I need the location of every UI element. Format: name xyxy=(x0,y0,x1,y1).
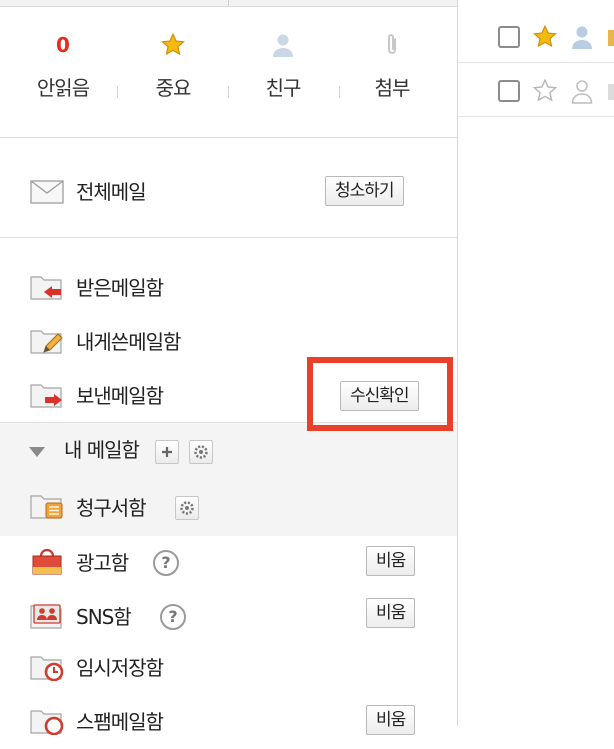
star-outline-icon[interactable] xyxy=(532,78,558,104)
help-icon[interactable]: ? xyxy=(153,550,179,576)
sidebar-item-bills[interactable]: 청구서함 xyxy=(0,480,457,536)
my-mailbox-label[interactable]: 내 메일함 xyxy=(64,434,140,463)
message-list xyxy=(458,0,614,726)
gear-icon xyxy=(180,501,194,515)
person-icon[interactable] xyxy=(570,24,594,50)
folder-tag-icon xyxy=(608,84,614,100)
folder-label: 스팸메일함 xyxy=(76,710,164,734)
help-icon[interactable]: ? xyxy=(160,604,186,630)
all-mail-label: 전체메일 xyxy=(76,180,147,204)
message-row[interactable] xyxy=(458,8,614,63)
sent-folder-icon xyxy=(30,384,62,408)
stat-label: 첨부 xyxy=(374,76,411,100)
clean-up-button[interactable]: 청소하기 xyxy=(325,176,404,206)
stat-unread[interactable]: 0 안읽음 xyxy=(8,30,118,101)
stat-label: 중요 xyxy=(155,76,192,100)
empty-spam-button[interactable]: 비움 xyxy=(366,705,416,735)
folder-label: 청구서함 xyxy=(76,496,147,520)
message-checkbox[interactable] xyxy=(498,80,520,102)
stat-important[interactable]: 중요 xyxy=(118,30,228,101)
stat-label: 안읽음 xyxy=(36,76,90,100)
folder-label: 광고함 xyxy=(76,551,129,575)
add-folder-button[interactable] xyxy=(155,440,179,464)
sidebar-item-sns[interactable]: SNS함 ? 비움 xyxy=(0,590,457,644)
envelope-icon xyxy=(30,180,64,204)
folder-label: 받은메일함 xyxy=(76,276,164,300)
sidebar-item-drafts[interactable]: 임시저장함 xyxy=(0,641,457,695)
stat-attachments[interactable]: 첨부 xyxy=(337,30,447,101)
message-checkbox[interactable] xyxy=(498,26,520,48)
empty-ads-button[interactable]: 비움 xyxy=(366,546,416,576)
all-mail-row[interactable]: 전체메일 청소하기 xyxy=(0,165,457,219)
highlight-box xyxy=(307,357,453,431)
star-filled-icon[interactable] xyxy=(532,24,558,50)
divider xyxy=(0,237,457,238)
person-outline-icon[interactable] xyxy=(570,78,594,104)
sns-folder-icon xyxy=(30,604,62,629)
person-icon xyxy=(273,34,293,57)
stat-friends[interactable]: 친구 xyxy=(228,30,338,101)
folder-tag-icon xyxy=(608,30,614,46)
spam-folder-icon xyxy=(30,710,64,735)
inbox-folder-icon xyxy=(30,276,62,300)
folder-label: 임시저장함 xyxy=(76,656,164,680)
bill-folder-icon xyxy=(30,495,63,519)
divider xyxy=(0,137,457,138)
self-folder-icon xyxy=(30,330,63,354)
bill-folder-settings-button[interactable] xyxy=(175,496,199,520)
sidebar-item-ads[interactable]: 광고함 ? 비움 xyxy=(0,536,457,590)
folder-label: 내게쓴메일함 xyxy=(76,330,181,354)
unread-count: 0 xyxy=(56,33,70,57)
message-row[interactable] xyxy=(458,62,614,117)
folder-label: SNS함 xyxy=(76,605,132,629)
folder-label: 보낸메일함 xyxy=(76,384,164,408)
mail-sidebar: 0 안읽음 중요 친구 첨부 전체메일 청소하기 받은메일함 내게쓴메일함 보낸… xyxy=(0,0,458,735)
gear-icon xyxy=(194,445,208,459)
mail-stats-bar: 0 안읽음 중요 친구 첨부 xyxy=(0,30,457,120)
mailbox-settings-button[interactable] xyxy=(189,440,213,464)
draft-folder-icon xyxy=(30,656,64,681)
caret-down-icon[interactable] xyxy=(29,447,45,457)
sidebar-top-edge xyxy=(0,0,457,7)
paperclip-icon xyxy=(388,34,396,54)
sidebar-item-inbox[interactable]: 받은메일함 xyxy=(0,261,457,315)
stat-label: 친구 xyxy=(265,76,302,100)
plus-icon xyxy=(162,447,172,457)
star-icon xyxy=(161,32,185,56)
ad-folder-icon xyxy=(32,548,62,575)
empty-sns-button[interactable]: 비움 xyxy=(366,598,416,628)
sidebar-item-spam[interactable]: 스팸메일함 비움 xyxy=(0,695,457,749)
my-mailbox-section: 내 메일함 청구서함 xyxy=(0,422,457,536)
